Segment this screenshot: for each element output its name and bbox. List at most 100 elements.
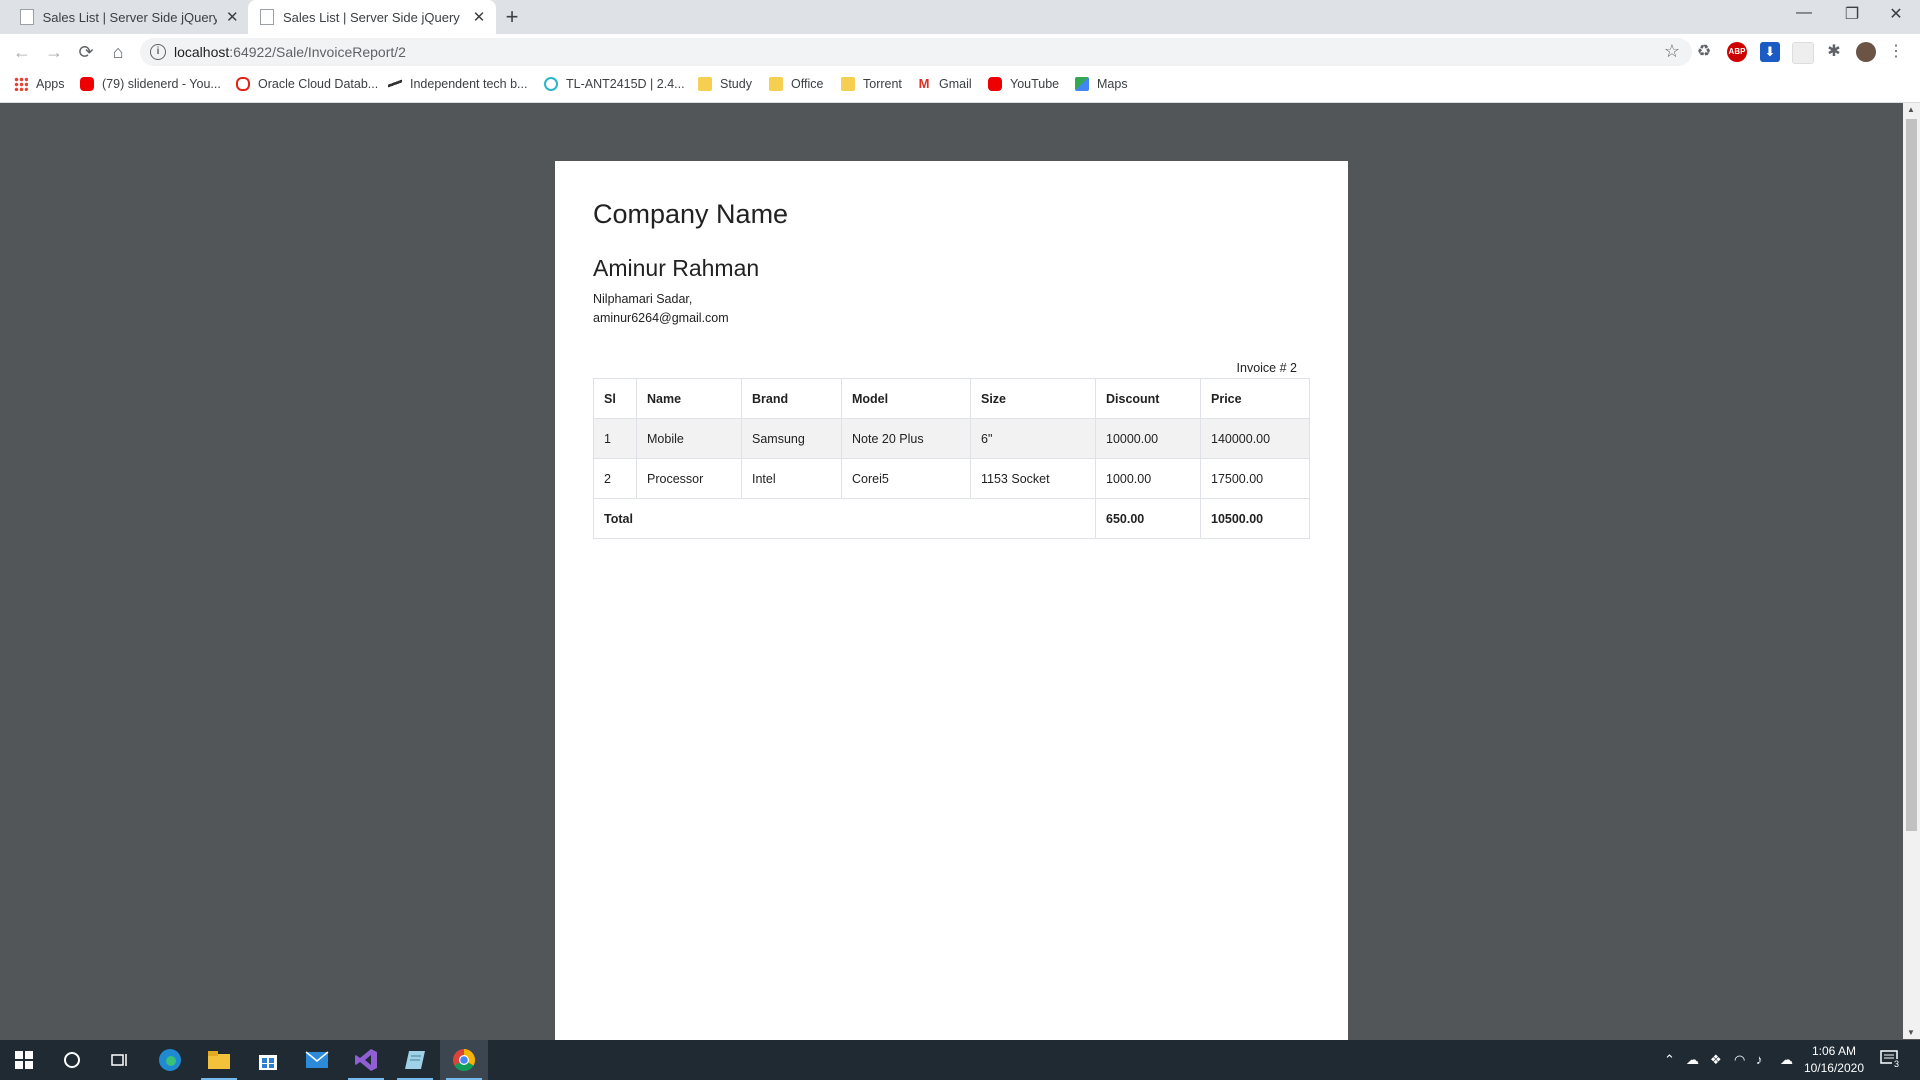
- notepad-app-icon[interactable]: [391, 1040, 439, 1080]
- new-tab-button[interactable]: +: [500, 4, 524, 30]
- column-header: Price: [1200, 378, 1310, 419]
- table-cell: 1153 Socket: [970, 458, 1096, 499]
- address-bar[interactable]: i localhost:64922/Sale/InvoiceReport/2 ☆: [140, 38, 1692, 66]
- clock-date: 10/16/2020: [1803, 1061, 1864, 1075]
- bookmark-label: Torrent: [863, 77, 902, 91]
- profile-avatar[interactable]: [1856, 42, 1876, 62]
- bookmark-folder-office[interactable]: Office: [769, 77, 823, 91]
- column-header: Model: [841, 378, 971, 419]
- table-cell: Processor: [636, 458, 742, 499]
- table-cell: 10000.00: [1095, 418, 1201, 459]
- chrome-icon[interactable]: [440, 1040, 488, 1080]
- reload-icon[interactable]: ⟳: [74, 40, 98, 64]
- total-row: Total 650.00 10500.00: [593, 498, 1310, 539]
- bookmark-label: Office: [791, 77, 824, 91]
- customer-contact: Nilphamari Sadar, aminur6264@gmail.com: [593, 290, 729, 328]
- download-extension-icon[interactable]: ⬇: [1760, 42, 1780, 62]
- file-explorer-icon[interactable]: [195, 1040, 243, 1080]
- table-cell: Samsung: [741, 418, 842, 459]
- minimize-button[interactable]: —: [1784, 4, 1824, 22]
- bookmark-oracle-cloud[interactable]: Oracle Cloud Datab...: [236, 77, 378, 91]
- company-name: Company Name: [593, 199, 789, 229]
- column-header: Size: [970, 378, 1096, 419]
- bookmark-folder-study[interactable]: Study: [698, 77, 752, 91]
- table-row: 1 Mobile Samsung Note 20 Plus 6" 10000.0…: [593, 418, 1310, 459]
- folder-icon: [698, 77, 712, 91]
- url-host: localhost: [174, 44, 230, 60]
- total-label: Total: [593, 498, 1096, 539]
- table-cell: Corei5: [841, 458, 971, 499]
- search-circle-icon[interactable]: [48, 1040, 96, 1080]
- customer-email: aminur6264@gmail.com: [593, 311, 729, 325]
- column-header: Brand: [741, 378, 842, 419]
- bookmark-gmail[interactable]: M Gmail: [917, 77, 972, 92]
- youtube-icon: [988, 77, 1002, 91]
- home-icon[interactable]: ⌂: [106, 40, 130, 64]
- scrollbar-thumb[interactable]: [1906, 119, 1917, 831]
- close-window-button[interactable]: ✕: [1876, 4, 1916, 24]
- puzzle-extensions-icon[interactable]: ✱: [1824, 42, 1844, 62]
- table-cell: 140000.00: [1200, 418, 1310, 459]
- vertical-scrollbar[interactable]: ▲ ▼: [1903, 103, 1920, 1039]
- edge-browser-icon[interactable]: [146, 1040, 194, 1080]
- windows-start-icon[interactable]: [0, 1040, 48, 1080]
- customer-name: Aminur Rahman: [593, 255, 760, 281]
- close-tab-icon[interactable]: ✕: [471, 8, 487, 26]
- customer-address: Nilphamari Sadar,: [593, 292, 693, 306]
- table-row: 2 Processor Intel Corei5 1153 Socket 100…: [593, 458, 1310, 499]
- column-header: Discount: [1095, 378, 1201, 419]
- close-tab-icon[interactable]: ✕: [225, 8, 240, 26]
- back-arrow-icon[interactable]: ←: [10, 40, 34, 64]
- tab-sales-list-2[interactable]: Sales List | Server Side jQuery Da ✕: [248, 0, 496, 34]
- mail-icon[interactable]: [293, 1040, 341, 1080]
- table-cell: Note 20 Plus: [841, 418, 971, 459]
- network-wifi-icon[interactable]: ◠: [1734, 1052, 1745, 1068]
- column-header: Sl: [593, 378, 637, 419]
- youtube-icon: [80, 77, 94, 91]
- show-hidden-icons-chevron-icon[interactable]: ⌃: [1664, 1052, 1675, 1068]
- bookmark-star-icon[interactable]: ☆: [1664, 41, 1680, 62]
- onedrive-cloud-icon[interactable]: ☁: [1780, 1052, 1793, 1068]
- maps-icon: [1075, 77, 1089, 91]
- info-icon[interactable]: i: [150, 44, 166, 60]
- invoice-page: Company Name Aminur Rahman Nilphamari Sa…: [555, 161, 1348, 1061]
- bookmark-maps[interactable]: Maps: [1075, 77, 1128, 91]
- table-cell: Intel: [741, 458, 842, 499]
- tab-title: Sales List | Server Side jQuery Da: [283, 9, 463, 25]
- forward-arrow-icon[interactable]: →: [42, 40, 66, 64]
- tab-sales-list-1[interactable]: Sales List | Server Side jQuery Da ✕: [20, 0, 240, 34]
- weather-cloud-icon[interactable]: ☁: [1686, 1052, 1699, 1068]
- restore-button[interactable]: ❐: [1832, 4, 1872, 24]
- windows-taskbar: ⌃ ☁ ❖ ◠ ♪ ☁ 1:06 AM 10/16/2020 3: [0, 1040, 1920, 1080]
- table-cell: 2: [593, 458, 637, 499]
- bookmark-independent-tech[interactable]: Independent tech b...: [388, 77, 527, 91]
- dropbox-icon[interactable]: ❖: [1710, 1052, 1722, 1068]
- url-path: :64922/Sale/InvoiceReport/2: [229, 44, 406, 60]
- bookmark-label: Independent tech b...: [410, 77, 528, 91]
- visual-studio-icon[interactable]: [342, 1040, 390, 1080]
- adblock-extension-icon[interactable]: ABP: [1727, 42, 1747, 62]
- action-center-icon[interactable]: 3: [1880, 1050, 1902, 1071]
- total-discount: 650.00: [1095, 498, 1201, 539]
- page-favicon-icon: [260, 9, 274, 25]
- volume-icon[interactable]: ♪: [1756, 1052, 1763, 1067]
- recycle-extension-icon[interactable]: ♻: [1694, 42, 1714, 62]
- bookmark-label: TL-ANT2415D | 2.4...: [566, 77, 685, 91]
- tab-title: Sales List | Server Side jQuery Da: [42, 9, 217, 25]
- store-icon[interactable]: [244, 1040, 292, 1080]
- bookmark-slidenerd[interactable]: (79) slidenerd - You...: [80, 77, 221, 91]
- tplink-icon: [544, 77, 558, 91]
- bookmark-apps[interactable]: Apps: [14, 77, 65, 91]
- blank-extension-icon[interactable]: [1792, 42, 1814, 64]
- task-view-icon[interactable]: [96, 1040, 144, 1080]
- more-menu-icon[interactable]: ⋮: [1886, 42, 1906, 62]
- bookmark-folder-torrent[interactable]: Torrent: [841, 77, 902, 91]
- table-cell: 1000.00: [1095, 458, 1201, 499]
- bookmark-youtube[interactable]: YouTube: [988, 77, 1059, 91]
- scroll-up-arrow-icon[interactable]: ▲: [1907, 105, 1915, 114]
- scroll-down-arrow-icon[interactable]: ▼: [1907, 1028, 1915, 1037]
- invoice-table: Sl Name Brand Model Size Discount Price …: [593, 378, 1310, 539]
- bookmark-label: Oracle Cloud Datab...: [258, 77, 379, 91]
- bookmark-tplink[interactable]: TL-ANT2415D | 2.4...: [544, 77, 685, 91]
- system-clock[interactable]: 1:06 AM 10/16/2020: [1804, 1043, 1864, 1077]
